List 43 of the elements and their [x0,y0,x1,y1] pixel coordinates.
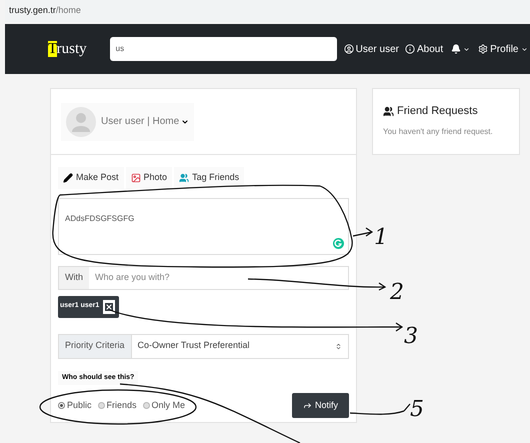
info-icon [405,44,415,54]
logo[interactable]: Trusty [48,38,87,60]
empty-message: You haven't any friend request. [383,126,494,138]
search-field[interactable]: us [110,37,337,61]
with-label: With [59,266,89,288]
with-field[interactable]: With Who are you with? [58,266,349,290]
notify-button[interactable]: Notify [292,393,349,418]
annotation-number: 3 [404,324,418,349]
grammar-badge-icon [333,238,344,248]
audience-radio[interactable]: Only Me [142,398,186,412]
caret-icon [463,46,470,52]
priority-label: Priority Criteria [59,334,132,358]
post-tab[interactable]: Photo [126,167,172,188]
gear-icon [478,44,488,54]
avatar-icon [66,106,96,136]
annotation-number: 1 [374,225,388,250]
notifications-dropdown[interactable] [451,44,470,54]
user-icon [344,44,354,54]
share-icon [302,401,312,410]
pencil-icon [63,172,73,183]
address-bar-text[interactable]: trusty.gen.tr/home [9,4,81,18]
annotation-arrow [350,404,410,415]
about-link[interactable]: About [405,42,444,56]
audience-radio[interactable]: Public [58,398,92,412]
card-title: Friend Requests [397,104,478,119]
annotation-number: 5 [410,397,424,422]
post-tab[interactable]: Make Post [58,167,124,188]
users-icon [179,172,190,183]
chevron-icon [181,118,190,126]
close-icon [105,302,114,310]
post-tab[interactable]: Tag Friends [174,167,244,188]
remove-tag-button[interactable] [103,300,116,314]
priority-select[interactable]: Priority Criteria Co-Owner Trust Preferential [58,334,349,358]
caret-icon [520,46,528,52]
user-link[interactable]: User user [344,42,399,56]
updown-icon [335,342,342,350]
annotation-number: 2 [390,280,404,305]
bell-icon [451,44,462,54]
audience-radio[interactable]: Friends [98,398,137,412]
image-icon [130,172,141,183]
post-textarea[interactable]: ADdsFDSGFSGFG [58,198,349,254]
users-icon [383,106,394,117]
profile-dropdown[interactable]: Profile [478,42,528,56]
